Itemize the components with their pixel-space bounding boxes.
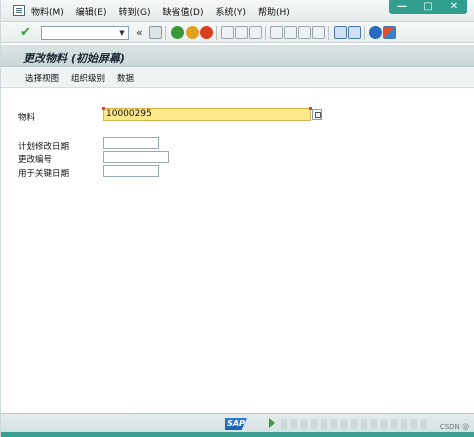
help-icon[interactable] — [369, 26, 382, 39]
window-controls: — □ ✕ — [389, 0, 467, 14]
menu-edit[interactable]: 编辑(E) — [76, 5, 107, 18]
chevron-down-icon[interactable]: ▼ — [117, 28, 127, 38]
toolbar-separator — [165, 26, 166, 40]
menu-system[interactable]: 系统(Y) — [215, 5, 246, 18]
next-page-icon[interactable] — [298, 26, 311, 39]
find-icon[interactable] — [235, 26, 248, 39]
last-page-icon[interactable] — [312, 26, 325, 39]
print-icon[interactable] — [221, 26, 234, 39]
key-date-label: 用于关键日期 — [18, 169, 70, 179]
sap-logo: SAP — [225, 418, 247, 430]
status-info — [281, 419, 431, 429]
maximize-button[interactable]: □ — [419, 0, 437, 14]
cancel-icon[interactable] — [200, 26, 213, 39]
exit-icon[interactable] — [186, 26, 199, 39]
play-icon[interactable] — [269, 418, 275, 428]
menu-system-icon[interactable] — [13, 5, 25, 16]
application-buttons: 选择视图 组织级别 数据 — [25, 68, 146, 88]
menu-defaults[interactable]: 缺省值(D) — [163, 5, 204, 18]
value-help-button[interactable] — [312, 109, 322, 120]
standard-toolbar: ✔ ▼ « — [1, 23, 474, 43]
collapse-icon[interactable]: « — [136, 26, 143, 40]
data-button[interactable]: 数据 — [117, 72, 134, 84]
toolbar-separator — [216, 26, 217, 40]
menu-material[interactable]: 物料(M) — [31, 5, 64, 18]
watermark: CSDN @ — [439, 423, 469, 431]
save-icon[interactable] — [149, 26, 162, 39]
menu-help[interactable]: 帮助(H) — [258, 5, 290, 18]
menu-bar: 物料(M) 编辑(E) 转到(G) 缺省值(D) 系统(Y) 帮助(H) — □… — [1, 0, 474, 22]
screen-title-bar: 更改物料 (初始屏幕) — [1, 45, 474, 67]
menu-items: 物料(M) 编辑(E) 转到(G) 缺省值(D) 系统(Y) 帮助(H) — [31, 0, 302, 22]
command-field[interactable]: ▼ — [41, 26, 129, 40]
toolbar-separator — [364, 26, 365, 40]
page-title: 更改物料 (初始屏幕) — [23, 52, 125, 65]
close-button[interactable]: ✕ — [445, 0, 463, 14]
check-icon[interactable]: ✔ — [20, 26, 34, 40]
bottom-strip — [1, 432, 474, 437]
select-views-button[interactable]: 选择视图 — [25, 72, 59, 84]
org-levels-button[interactable]: 组织级别 — [71, 72, 105, 84]
planned-change-date-label: 计划修改日期 — [18, 142, 70, 152]
change-number-label: 更改编号 — [18, 155, 53, 165]
first-page-icon[interactable] — [270, 26, 283, 39]
planned-change-date-input[interactable] — [103, 137, 159, 149]
sap-window: 物料(M) 编辑(E) 转到(G) 缺省值(D) 系统(Y) 帮助(H) — □… — [0, 0, 474, 437]
new-session-icon[interactable] — [334, 26, 347, 39]
material-input[interactable]: 10000295 — [102, 107, 312, 121]
find-next-icon[interactable] — [249, 26, 262, 39]
back-icon[interactable] — [171, 26, 184, 39]
application-toolbar: 选择视图 组织级别 数据 — [1, 68, 474, 88]
toolbar-separator — [328, 26, 329, 40]
key-date-input[interactable] — [103, 165, 159, 177]
shortcut-icon[interactable] — [348, 26, 361, 39]
layout-icon[interactable] — [383, 26, 396, 39]
toolbar-separator — [265, 26, 266, 40]
material-label: 物料 — [18, 113, 36, 123]
change-number-input[interactable] — [103, 151, 169, 163]
prev-page-icon[interactable] — [284, 26, 297, 39]
menu-goto[interactable]: 转到(G) — [119, 5, 151, 18]
minimize-button[interactable]: — — [393, 0, 411, 14]
